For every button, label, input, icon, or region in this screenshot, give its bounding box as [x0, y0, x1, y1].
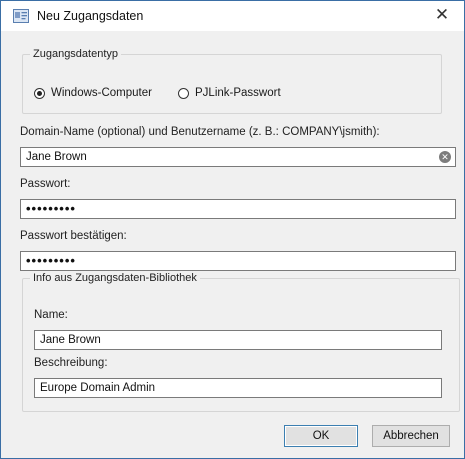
radio-pjlink-password-label: PJLink-Passwort: [195, 87, 281, 99]
domain-username-value: Jane Brown: [26, 151, 87, 163]
library-description-label: Beschreibung:: [34, 357, 108, 369]
password-value: •••••••••: [26, 201, 76, 216]
window-title: Neu Zugangsdaten: [37, 9, 144, 23]
library-description-field[interactable]: Europe Domain Admin: [34, 378, 442, 398]
password-field[interactable]: •••••••••: [20, 199, 456, 219]
password-label: Passwort:: [20, 178, 71, 190]
domain-username-field[interactable]: Jane Brown ✕: [20, 147, 456, 167]
radio-pjlink-password[interactable]: PJLink-Passwort: [178, 87, 281, 99]
confirm-password-label: Passwort bestätigen:: [20, 230, 127, 242]
credentials-card-icon: [13, 9, 29, 23]
credential-type-group: Zugangsdatentyp: [22, 48, 442, 114]
confirm-password-value: •••••••••: [26, 253, 76, 268]
library-name-field[interactable]: Jane Brown: [34, 330, 442, 350]
close-icon: ✕: [434, 5, 450, 24]
library-description-value: Europe Domain Admin: [40, 382, 156, 394]
radio-button-selected[interactable]: [34, 87, 45, 99]
credential-type-legend: Zugangsdatentyp: [33, 48, 119, 60]
close-button[interactable]: ✕: [420, 1, 464, 31]
library-name-label: Name:: [34, 309, 68, 321]
ok-button[interactable]: OK: [284, 425, 358, 447]
cancel-button[interactable]: Abbrechen: [372, 425, 450, 447]
library-name-value: Jane Brown: [40, 334, 101, 346]
radio-button[interactable]: [178, 87, 189, 99]
title-bar: Neu Zugangsdaten ✕: [1, 1, 464, 31]
credential-library-legend: Info aus Zugangsdaten-Bibliothek: [33, 272, 197, 284]
radio-windows-computer-label: Windows-Computer: [51, 87, 152, 99]
dialog-window: Neu Zugangsdaten ✕ Zugangsdatentyp Windo…: [0, 0, 465, 459]
domain-username-label: Domain-Name (optional) und Benutzername …: [20, 126, 380, 138]
clear-icon[interactable]: ✕: [439, 151, 451, 163]
confirm-password-field[interactable]: •••••••••: [20, 251, 456, 271]
radio-windows-computer[interactable]: Windows-Computer: [34, 87, 152, 99]
